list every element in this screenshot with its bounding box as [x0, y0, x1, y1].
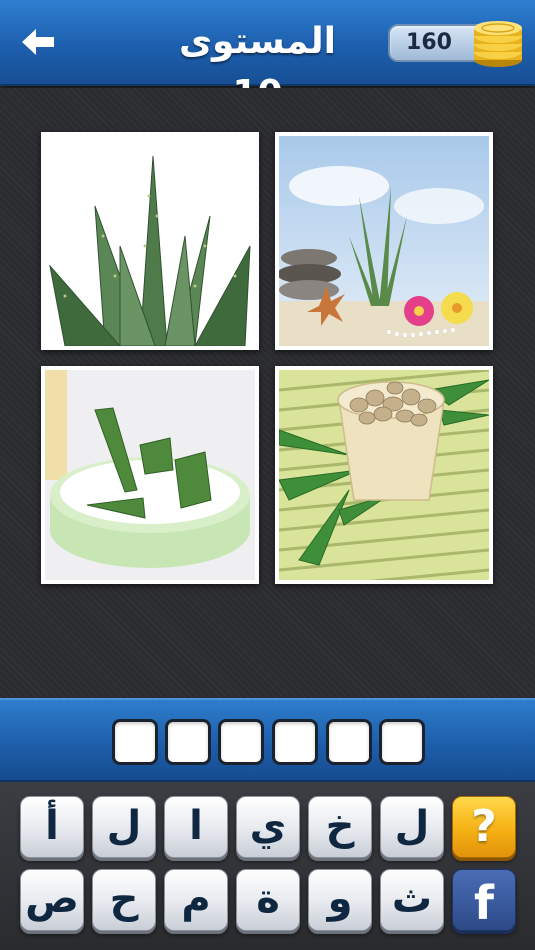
header-bar: المستوى 10 160	[0, 0, 535, 114]
picture-2[interactable]	[275, 132, 493, 350]
back-arrow-icon	[22, 29, 54, 55]
picture-4[interactable]	[275, 366, 493, 584]
answer-slot[interactable]	[326, 719, 372, 765]
picture-1[interactable]	[41, 132, 259, 350]
letter-key[interactable]: خ	[308, 796, 372, 858]
letter-key[interactable]: م	[164, 869, 228, 931]
coin-count: 160	[406, 30, 452, 55]
letter-key[interactable]: ث	[380, 869, 444, 931]
picture-3[interactable]	[41, 366, 259, 584]
facebook-share-button[interactable]: f	[452, 869, 516, 931]
coin-stack-icon	[474, 21, 522, 67]
help-button[interactable]: ?	[452, 796, 516, 858]
aloe-plant-icon	[45, 136, 255, 346]
answer-slot[interactable]	[379, 719, 425, 765]
answer-bar	[0, 698, 535, 782]
aloe-stones-pot-icon	[279, 370, 489, 580]
answer-slot[interactable]	[165, 719, 211, 765]
letter-key[interactable]: ة	[236, 869, 300, 931]
aloe-spa-stones-icon	[279, 136, 489, 346]
letter-key[interactable]: ا	[164, 796, 228, 858]
letter-key[interactable]: ص	[20, 869, 84, 931]
letter-key[interactable]: ل	[92, 796, 156, 858]
level-title: المستوى 10	[179, 21, 336, 114]
answer-slot[interactable]	[112, 719, 158, 765]
answer-slot[interactable]	[218, 719, 264, 765]
back-button[interactable]	[18, 24, 58, 60]
letter-key[interactable]: ي	[236, 796, 300, 858]
letter-key[interactable]: ل	[380, 796, 444, 858]
letter-key[interactable]: و	[308, 869, 372, 931]
letter-keyboard: ل خ ي ا ل أ ? ث و ة م ح ص f	[0, 782, 535, 950]
letter-key[interactable]: ح	[92, 869, 156, 931]
letter-key[interactable]: أ	[20, 796, 84, 858]
aloe-cream-jar-icon	[45, 370, 255, 580]
answer-slot[interactable]	[272, 719, 318, 765]
